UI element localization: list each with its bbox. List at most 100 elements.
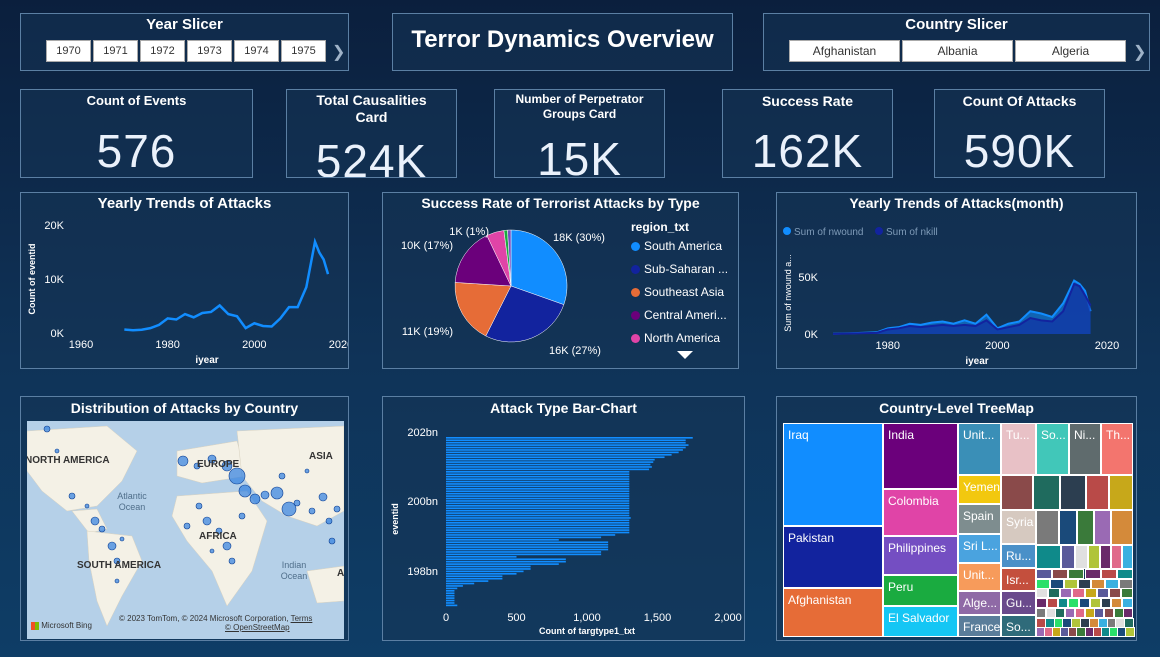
pie-legend-item[interactable]: North America — [631, 331, 720, 345]
treemap-small-cell[interactable] — [1100, 569, 1117, 579]
treemap-small-cell[interactable] — [1060, 588, 1073, 599]
treemap-cell[interactable]: El Salvador — [883, 606, 958, 637]
treemap-small-cell[interactable] — [1065, 607, 1076, 618]
treemap-small-cell[interactable] — [1060, 475, 1086, 510]
treemap-small-cell[interactable] — [1036, 598, 1047, 609]
pie-chart[interactable]: 18K (30%) 16K (27%) 11K (19%) 10K (17%) 1K (… — [383, 213, 628, 368]
treemap-cell[interactable]: Pakistan — [783, 526, 883, 588]
treemap-small-cell[interactable] — [1001, 475, 1033, 510]
treemap-small-cell[interactable] — [1100, 545, 1111, 569]
treemap-small-cell[interactable] — [1052, 569, 1069, 579]
treemap-cell[interactable]: Unit... — [958, 563, 1001, 591]
legend-scroll-down-icon[interactable] — [677, 351, 693, 359]
map-terms-link[interactable]: Terms — [291, 614, 313, 623]
treemap-small-cell[interactable] — [1036, 569, 1053, 579]
treemap-small-cell[interactable] — [1089, 598, 1101, 609]
world-map[interactable]: NORTH AMERICA EUROPEASIAAtlanticOceanAFRI… — [27, 421, 344, 639]
treemap-small-cell[interactable] — [1033, 475, 1060, 510]
treemap-small-cell[interactable] — [1036, 510, 1059, 545]
treemap-small-cell[interactable] — [1074, 607, 1085, 618]
treemap-small-cell[interactable] — [1046, 598, 1058, 609]
treemap-cell[interactable]: India — [883, 423, 958, 489]
chevron-right-icon[interactable]: ❯ — [332, 42, 345, 62]
treemap-small-cell[interactable] — [1091, 578, 1106, 589]
line-chart[interactable]: 0K 10K 20K 1960 1980 2000 2020 iyear Count of ev… — [21, 213, 348, 368]
treemap-cell[interactable]: Sri L... — [958, 534, 1001, 563]
treemap-cell[interactable]: Peru — [883, 575, 958, 606]
treemap[interactable]: Iraq Pakistan Afghanistan India Colombia Phil… — [783, 423, 1135, 638]
treemap-small-cell[interactable] — [1055, 607, 1066, 618]
treemap-small-cell[interactable] — [1057, 598, 1069, 609]
treemap-small-cell[interactable] — [1088, 545, 1100, 569]
treemap-small-cell[interactable] — [1103, 607, 1114, 618]
treemap-small-cell[interactable] — [1059, 510, 1077, 545]
treemap-small-cell[interactable] — [1109, 475, 1133, 510]
year-chip-1972[interactable]: 1972 — [140, 40, 185, 62]
treemap-small-cell[interactable] — [1111, 598, 1123, 609]
country-chip-afghanistan[interactable]: Afghanistan — [789, 40, 900, 62]
area-legend-item[interactable]: Sum of nkill — [875, 227, 938, 238]
treemap-cell[interactable]: France — [958, 615, 1001, 637]
treemap-small-cell[interactable] — [1120, 588, 1133, 599]
treemap-small-cell[interactable] — [1077, 510, 1094, 545]
treemap-small-cell[interactable] — [1036, 588, 1049, 599]
bar-chart[interactable]: 0 500 1,000 1,500 2,000 Count of targtype1_tx… — [383, 419, 744, 641]
treemap-small-cell[interactable] — [1122, 598, 1133, 609]
treemap-small-cell[interactable] — [1077, 578, 1092, 589]
pie-legend-item[interactable]: South America — [631, 239, 722, 253]
treemap-small-cell[interactable] — [1036, 578, 1050, 589]
area-chart[interactable]: Sum of nwound Sum of nkill 0K 50K 1980 2000 20… — [777, 213, 1136, 368]
treemap-small-cell[interactable] — [1116, 569, 1133, 579]
year-chip-1971[interactable]: 1971 — [93, 40, 138, 62]
treemap-small-cell[interactable] — [1045, 607, 1056, 618]
treemap-cell[interactable]: Isr... — [1001, 568, 1036, 591]
year-chip-1970[interactable]: 1970 — [46, 40, 91, 62]
treemap-cell[interactable]: Gu... — [1001, 591, 1036, 615]
map-osm-link[interactable]: © OpenStreetMap — [225, 623, 290, 632]
treemap-cell[interactable]: Philippines — [883, 536, 958, 575]
year-chip-1973[interactable]: 1973 — [187, 40, 232, 62]
treemap-small-cell[interactable] — [1119, 578, 1133, 589]
treemap-small-cell[interactable] — [1096, 588, 1109, 599]
year-chip-1975[interactable]: 1975 — [281, 40, 326, 62]
treemap-small-cell[interactable] — [1123, 607, 1134, 618]
treemap-small-cell[interactable] — [1079, 598, 1090, 609]
treemap-small-cell[interactable] — [1061, 545, 1075, 569]
treemap-small-cell[interactable] — [1036, 607, 1046, 618]
country-chip-algeria[interactable]: Algeria — [1015, 40, 1126, 62]
pie-legend-item[interactable]: Southeast Asia — [631, 285, 724, 299]
area-legend-item[interactable]: Sum of nwound — [783, 227, 864, 238]
treemap-cell[interactable]: Yemen — [958, 475, 1001, 504]
treemap-small-cell[interactable] — [1048, 588, 1061, 599]
treemap-small-cell[interactable] — [1122, 545, 1133, 569]
treemap-small-cell[interactable] — [1113, 607, 1124, 618]
treemap-small-cell[interactable] — [1068, 598, 1080, 609]
treemap-small-cell[interactable] — [1084, 569, 1101, 579]
treemap-cell[interactable]: Unit... — [958, 423, 1001, 475]
treemap-cell[interactable]: Ni... — [1069, 423, 1101, 475]
pie-legend-item[interactable]: Sub-Saharan ... — [631, 262, 728, 276]
treemap-small-cell[interactable] — [1084, 588, 1097, 599]
treemap-cell[interactable]: Alge... — [958, 591, 1001, 615]
treemap-cell[interactable]: Colombia — [883, 489, 958, 536]
pie-legend-item[interactable]: Central Ameri... — [631, 308, 727, 322]
treemap-small-cell[interactable] — [1072, 588, 1085, 599]
treemap-cell[interactable]: Afghanistan — [783, 588, 883, 637]
chevron-right-icon[interactable]: ❯ — [1133, 42, 1146, 62]
treemap-small-cell[interactable] — [1084, 607, 1095, 618]
treemap-small-cell[interactable] — [1100, 598, 1112, 609]
treemap-small-cell[interactable] — [1068, 569, 1085, 579]
treemap-small-cell[interactable] — [1111, 545, 1122, 569]
treemap-small-cell[interactable] — [1049, 578, 1064, 589]
treemap-cell[interactable]: Th... — [1101, 423, 1133, 475]
treemap-small-cell[interactable] — [1124, 617, 1135, 628]
treemap-small-cell[interactable] — [1063, 578, 1078, 589]
treemap-cell[interactable]: Spain — [958, 504, 1001, 534]
treemap-cell[interactable]: Iraq — [783, 423, 883, 526]
treemap-small-cell[interactable] — [1108, 588, 1121, 599]
treemap-cell[interactable]: Ru... — [1001, 544, 1036, 568]
treemap-cell[interactable]: So... — [1001, 615, 1036, 637]
treemap-small-cell[interactable] — [1111, 510, 1133, 545]
treemap-small-cell[interactable] — [1094, 607, 1105, 618]
country-chip-albania[interactable]: Albania — [902, 40, 1013, 62]
